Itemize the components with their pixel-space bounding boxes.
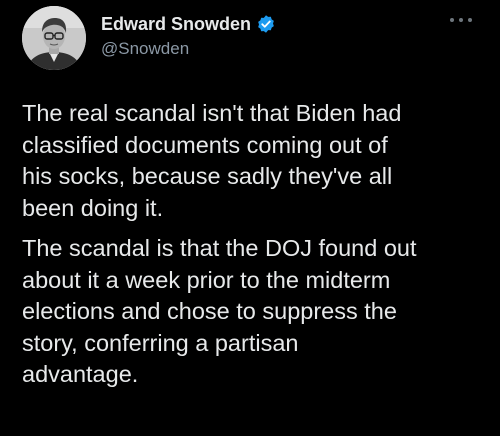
author-handle[interactable]: @Snowden xyxy=(101,39,276,59)
tweet-card: Edward Snowden @Snowden The real scandal… xyxy=(0,0,500,436)
tweet-paragraph-1: The real scandal isn't that Biden had cl… xyxy=(22,100,402,221)
tweet-header: Edward Snowden @Snowden xyxy=(101,12,276,59)
author-display-name[interactable]: Edward Snowden xyxy=(101,14,251,35)
verified-badge-icon xyxy=(256,14,276,34)
more-dot xyxy=(450,18,454,22)
more-dot xyxy=(468,18,472,22)
more-dot xyxy=(459,18,463,22)
name-row: Edward Snowden xyxy=(101,12,276,36)
tweet-text: The real scandal isn't that Biden had cl… xyxy=(22,98,492,391)
more-options-icon[interactable] xyxy=(450,15,472,25)
avatar-photo xyxy=(22,6,86,70)
avatar[interactable] xyxy=(22,6,86,70)
tweet-paragraph-2: The scandal is that the DOJ found out ab… xyxy=(22,235,417,387)
